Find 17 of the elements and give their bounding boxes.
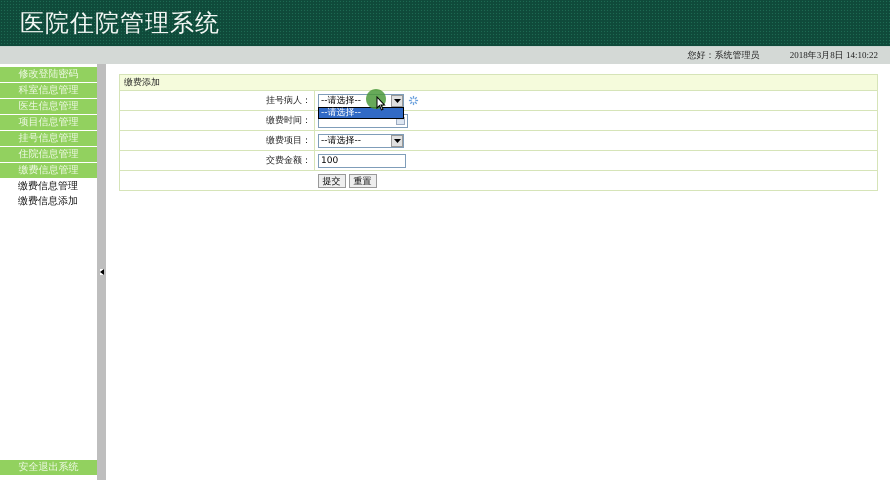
amount-field[interactable]: 100 (318, 154, 406, 168)
app-title: 医院住院管理系统 (20, 8, 220, 39)
select-field[interactable]: --请选择-- (318, 134, 404, 148)
dropdown-option[interactable]: --请选择-- (319, 108, 403, 118)
field-label: 挂号病人： (120, 90, 314, 110)
field-label: 交费金额： (120, 150, 314, 170)
submenu-item[interactable]: 缴费信息添加 (0, 194, 97, 209)
form-title: 缴费添加 (120, 74, 878, 90)
form-button[interactable]: 重置 (348, 174, 376, 188)
collapse-arrow-icon[interactable] (100, 269, 104, 275)
splitter-bar[interactable] (97, 64, 106, 480)
datetime-text: 2018年3月8日 14:10:22 (790, 49, 878, 62)
form-button[interactable]: 提交 (318, 174, 346, 188)
greeting-text: 您好：系统管理员 (688, 50, 760, 62)
field-label: 缴费时间： (120, 110, 314, 130)
submenu-item[interactable]: 缴费信息管理 (0, 179, 97, 194)
field-label: 缴费项目： (120, 130, 314, 150)
